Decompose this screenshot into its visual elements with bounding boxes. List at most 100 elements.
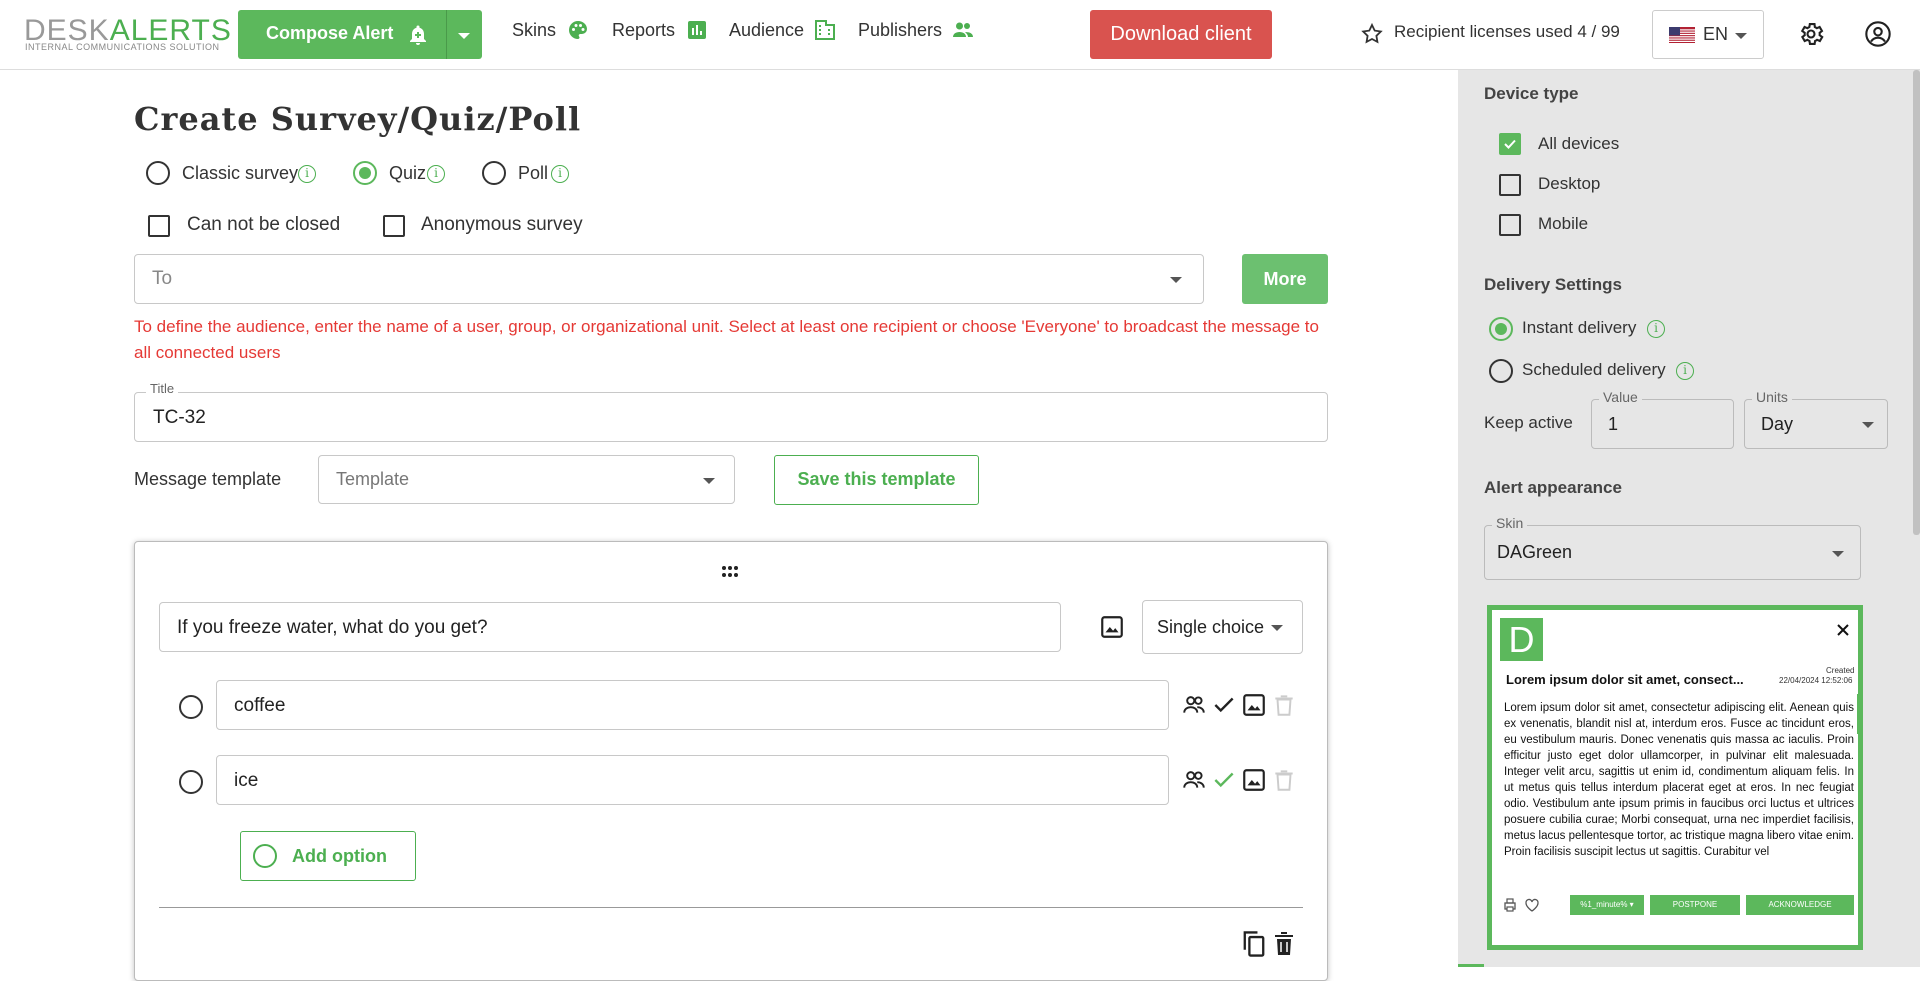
template-placeholder: Template — [336, 469, 410, 489]
mobile-checkbox[interactable] — [1499, 214, 1521, 236]
compose-alert-button[interactable]: Compose Alert — [238, 10, 482, 59]
chevron-down-icon — [1735, 33, 1747, 39]
title-field[interactable]: TC-32 — [134, 392, 1328, 442]
check-correct-icon[interactable] — [1211, 767, 1237, 793]
poll-label: Poll — [518, 163, 549, 183]
chevron-down-icon — [1832, 551, 1844, 557]
info-icon[interactable]: i — [427, 165, 445, 183]
anonymous-survey-checkbox[interactable] — [383, 215, 405, 237]
nav-publishers[interactable]: Publishers — [858, 20, 942, 41]
check-icon[interactable] — [1211, 692, 1237, 718]
trash-icon[interactable] — [1271, 692, 1297, 718]
answer-input[interactable]: coffee — [216, 680, 1169, 730]
answer-input[interactable]: ice — [216, 755, 1169, 805]
units-label: Units — [1752, 389, 1792, 405]
compose-alert-label: Compose Alert — [266, 23, 394, 43]
preview-body: Lorem ipsum dolor sit amet, consectetur … — [1504, 702, 1854, 858]
question-type-select[interactable]: Single choice — [1142, 600, 1303, 654]
image-icon[interactable] — [1099, 614, 1125, 640]
radio-quiz[interactable] — [353, 161, 377, 185]
info-icon[interactable]: i — [298, 165, 316, 183]
units-value: Day — [1761, 414, 1794, 434]
can-not-be-closed-checkbox[interactable] — [148, 215, 170, 237]
radio-classic-survey[interactable] — [146, 161, 170, 185]
people-outline-icon[interactable] — [1181, 767, 1207, 793]
answer-text: ice — [234, 770, 259, 791]
question-text: If you freeze water, what do you get? — [177, 617, 488, 638]
star-icon[interactable] — [1360, 22, 1384, 46]
answer-radio[interactable] — [179, 695, 203, 719]
gear-icon[interactable] — [1797, 20, 1825, 48]
more-button[interactable]: More — [1242, 254, 1328, 304]
acknowledge-button[interactable]: ACKNOWLEDGE — [1746, 895, 1854, 915]
top-bar: DESKALERTS INTERNAL COMMUNICATIONS SOLUT… — [0, 0, 1920, 70]
us-flag-icon — [1669, 27, 1695, 43]
download-client-button[interactable]: Download client — [1090, 10, 1272, 59]
mobile-label: Mobile — [1538, 214, 1589, 233]
scheduled-delivery-radio[interactable] — [1489, 359, 1513, 383]
info-icon[interactable]: i — [1676, 362, 1694, 380]
all-devices-label: All devices — [1538, 134, 1620, 153]
answer-radio[interactable] — [179, 770, 203, 794]
people-outline-icon[interactable] — [1181, 692, 1207, 718]
checkmark-icon — [1504, 139, 1516, 149]
question-input[interactable]: If you freeze water, what do you get? — [159, 602, 1061, 652]
language-select[interactable]: EN — [1652, 10, 1764, 59]
units-select[interactable]: Day — [1744, 399, 1888, 449]
chevron-down-icon — [1170, 277, 1182, 283]
account-icon[interactable] — [1864, 20, 1892, 48]
save-template-button[interactable]: Save this template — [774, 455, 979, 505]
postpone-interval-value: %1_minute% — [1580, 900, 1628, 909]
template-select[interactable]: Template — [318, 455, 735, 504]
scheduled-delivery-label: Scheduled delivery — [1522, 360, 1666, 379]
trash-icon[interactable] — [1271, 767, 1297, 793]
alert-appearance-heading: Alert appearance — [1484, 478, 1622, 497]
divider — [159, 907, 1303, 908]
desktop-checkbox[interactable] — [1499, 174, 1521, 196]
page-scrollbar[interactable] — [1913, 70, 1920, 535]
copy-icon[interactable] — [1240, 929, 1268, 959]
preview-scrollbar[interactable] — [1857, 694, 1860, 734]
anonymous-survey-label: Anonymous survey — [421, 214, 583, 235]
add-option-label: Add option — [292, 846, 387, 866]
nav-skins[interactable]: Skins — [512, 20, 556, 41]
delete-question-icon[interactable] — [1272, 930, 1296, 958]
device-type-heading: Device type — [1484, 84, 1579, 103]
image-icon[interactable] — [1241, 767, 1267, 793]
skin-select[interactable]: DAGreen — [1484, 525, 1861, 580]
compose-dropdown-icon[interactable] — [458, 33, 470, 39]
to-recipients-input[interactable]: To — [134, 254, 1204, 304]
add-option-radio-icon — [253, 844, 277, 868]
preview-title: Lorem ipsum dolor sit amet, consect... — [1506, 672, 1744, 687]
can-not-be-closed-label: Can not be closed — [187, 214, 341, 235]
answer-text: coffee — [234, 695, 286, 716]
skin-label: Skin — [1492, 515, 1528, 531]
chevron-down-icon — [703, 478, 715, 484]
chevron-down-icon — [1271, 625, 1283, 631]
image-icon[interactable] — [1241, 692, 1267, 718]
all-devices-checkbox[interactable] — [1499, 133, 1521, 155]
keep-active-value: 1 — [1608, 414, 1619, 434]
close-icon[interactable] — [1835, 622, 1851, 638]
keep-active-label: Keep active — [1484, 413, 1573, 432]
postpone-button[interactable]: POSTPONE — [1650, 895, 1740, 915]
instant-delivery-radio[interactable] — [1489, 317, 1513, 341]
keep-active-value-input[interactable]: 1 — [1591, 399, 1734, 449]
palette-icon — [569, 21, 587, 39]
radio-poll[interactable] — [482, 161, 506, 185]
info-icon[interactable]: i — [551, 165, 569, 183]
building-icon — [815, 20, 835, 40]
nav-reports[interactable]: Reports — [612, 20, 675, 41]
postpone-interval-select[interactable]: %1_minute% ▾ — [1570, 895, 1644, 915]
heart-icon[interactable] — [1524, 897, 1540, 913]
add-option-button[interactable]: Add option — [240, 831, 416, 881]
preview-created-date: 22/04/2024 12:52:06 — [1779, 676, 1853, 685]
nav-audience[interactable]: Audience — [729, 20, 804, 41]
drag-handle-icon[interactable] — [718, 564, 742, 580]
instant-delivery-label: Instant delivery — [1522, 318, 1637, 337]
bar-chart-icon — [688, 21, 706, 39]
print-icon[interactable] — [1502, 897, 1518, 913]
info-icon[interactable]: i — [1647, 320, 1665, 338]
desktop-label: Desktop — [1538, 174, 1601, 193]
classic-survey-label: Classic survey — [182, 163, 299, 183]
